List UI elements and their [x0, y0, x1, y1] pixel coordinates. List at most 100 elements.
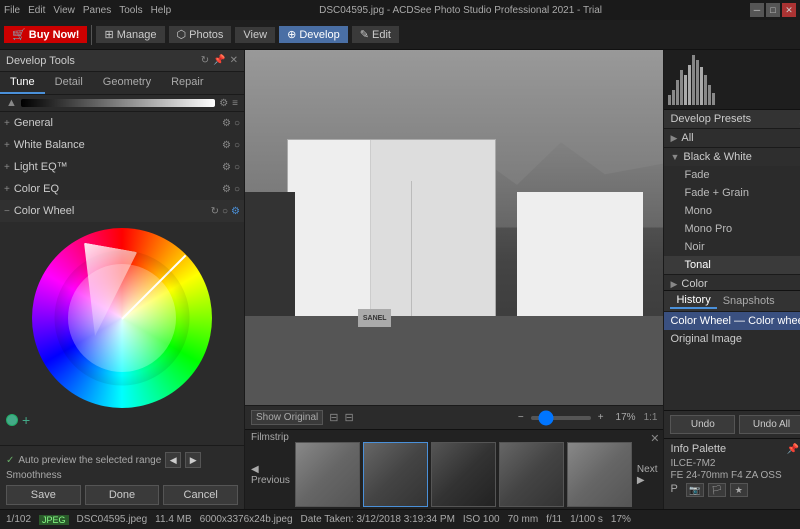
show-original-button[interactable]: Show Original [251, 410, 323, 425]
tab-tune[interactable]: Tune [0, 72, 45, 94]
tone-more-icon[interactable]: ≡ [232, 98, 238, 109]
tone-gradient [21, 99, 215, 107]
menu-view[interactable]: View [53, 5, 75, 16]
undo-button[interactable]: Undo [670, 415, 735, 434]
preset-noir[interactable]: Noir [664, 238, 800, 256]
leq-reset-icon[interactable]: ○ [234, 162, 240, 173]
thumb-4[interactable] [499, 442, 564, 507]
image-area[interactable]: SANEL [245, 50, 663, 405]
maximize-button[interactable]: □ [766, 3, 780, 17]
develop-button[interactable]: ⊕ Develop [279, 26, 348, 43]
thumb-2[interactable] [363, 442, 428, 507]
history-item-0[interactable]: Color Wheel — Color wheel moved 2 [664, 312, 800, 330]
preset-mono[interactable]: Mono [664, 202, 800, 220]
preset-fade[interactable]: Fade [664, 166, 800, 184]
tab-geometry[interactable]: Geometry [93, 72, 161, 94]
wb-reset-icon[interactable]: ○ [234, 140, 240, 151]
thumb-4-img [500, 443, 563, 506]
tone-settings-icon[interactable]: ⚙ [219, 98, 228, 109]
menu-edit[interactable]: Edit [28, 5, 45, 16]
info-star-icon[interactable]: ★ [730, 483, 748, 497]
photo-display: SANEL [245, 50, 663, 405]
status-iso: ISO 100 [463, 514, 500, 525]
status-filename: DSC04595.jpeg [77, 514, 148, 525]
close-button[interactable]: ✕ [782, 3, 796, 17]
pin-icon[interactable]: 📌 [213, 55, 225, 66]
status-aperture: f/11 [546, 514, 562, 525]
buy-now-button[interactable]: 🛒 Buy Now! [4, 26, 87, 43]
filmstrip-close-icon[interactable]: ✕ [650, 432, 659, 445]
section-color-eq[interactable]: + Color EQ ⚙ ○ [0, 178, 244, 200]
general-reset-icon[interactable]: ○ [234, 118, 240, 129]
wb-settings-icon[interactable]: ⚙ [222, 140, 231, 151]
info-pin-icon[interactable]: 📌 [787, 444, 799, 455]
menu-panes[interactable]: Panes [83, 5, 111, 16]
photos-button[interactable]: ⬡ Photos [169, 26, 232, 43]
zoom-out-button[interactable]: − [514, 411, 528, 424]
section-white-balance[interactable]: + White Balance ⚙ ○ [0, 134, 244, 156]
rotate-icon[interactable]: ↻ [201, 55, 209, 66]
tab-detail[interactable]: Detail [45, 72, 93, 94]
done-button[interactable]: Done [85, 485, 160, 505]
thumb-3[interactable] [431, 442, 496, 507]
info-flag-icon[interactable]: 🏳 [708, 483, 726, 497]
preview-right-button[interactable]: ▶ [185, 452, 201, 468]
section-general[interactable]: + General ⚙ ○ [0, 112, 244, 134]
menu-bar[interactable]: File Edit View Panes Tools Help [4, 5, 171, 16]
info-camera-icon[interactable]: 📷 [686, 483, 704, 497]
zoom-in-button[interactable]: + [594, 411, 608, 424]
edit-button[interactable]: ✎ Edit [352, 26, 399, 43]
tab-snapshots[interactable]: Snapshots [717, 294, 781, 308]
group-bw-arrow: ▼ [670, 152, 679, 162]
cw-reset-icon[interactable]: ○ [222, 206, 228, 217]
menu-tools[interactable]: Tools [119, 5, 142, 16]
zoom-slider[interactable] [531, 416, 591, 420]
preset-group-color-header[interactable]: ▶ Color [664, 275, 800, 290]
color-wheel[interactable] [32, 228, 212, 408]
view-button[interactable]: View [235, 27, 275, 43]
minimize-button[interactable]: ─ [750, 3, 764, 17]
preset-group-bw-header[interactable]: ▼ Black & White [664, 148, 800, 166]
leq-settings-icon[interactable]: ⚙ [222, 162, 231, 173]
panel-close-icon[interactable]: ✕ [230, 55, 238, 66]
general-settings-icon[interactable]: ⚙ [222, 118, 231, 129]
filmstrip-prev-button[interactable]: ◀ Previous [249, 462, 292, 488]
menu-file[interactable]: File [4, 5, 20, 16]
thumb-5[interactable] [567, 442, 632, 507]
undo-all-button[interactable]: Undo All [739, 415, 800, 434]
filmstrip-next-button[interactable]: Next ▶ [635, 462, 660, 488]
cancel-button[interactable]: Cancel [163, 485, 238, 505]
history-item-1[interactable]: Original Image 1 [664, 330, 800, 348]
thumb-5-img [568, 443, 631, 506]
window-controls[interactable]: ─ □ ✕ [750, 3, 796, 17]
color-wheel-add-icon[interactable]: + [22, 412, 30, 428]
section-color-wheel[interactable]: − Color Wheel ↻ ○ ⚙ [0, 200, 244, 222]
img-split-icon[interactable]: ⊟ [329, 411, 338, 424]
status-zoom: 17% [611, 514, 631, 525]
hist-bar [688, 65, 691, 105]
img-compare-icon[interactable]: ⊟ [344, 411, 353, 424]
tab-repair[interactable]: Repair [161, 72, 213, 94]
thumb-1[interactable] [295, 442, 360, 507]
hist-bar [704, 75, 707, 105]
preset-fade-grain[interactable]: Fade + Grain [664, 184, 800, 202]
color-wheel-section[interactable]: + [0, 222, 244, 445]
cw-refresh-icon[interactable]: ↻ [211, 206, 219, 217]
manage-button[interactable]: ⊞ Manage [96, 26, 164, 43]
center-panel: SANEL Show Original ⊟ ⊟ − + 17% 1:1 Film… [245, 50, 663, 509]
toolbar-separator [91, 25, 92, 45]
preset-group-all-header[interactable]: ▶ All [664, 129, 800, 147]
ceq-settings-icon[interactable]: ⚙ [222, 184, 231, 195]
preset-tonal[interactable]: Tonal [664, 256, 800, 274]
section-light-eq[interactable]: + Light EQ™ ⚙ ○ [0, 156, 244, 178]
tab-history[interactable]: History [670, 293, 716, 309]
color-eq-label: Color EQ [14, 183, 222, 195]
preset-mono-pro[interactable]: Mono Pro [664, 220, 800, 238]
histogram: Histogram [664, 50, 800, 110]
save-button[interactable]: Save [6, 485, 81, 505]
preview-left-button[interactable]: ◀ [165, 452, 181, 468]
menu-help[interactable]: Help [151, 5, 172, 16]
cw-settings-icon[interactable]: ⚙ [231, 206, 240, 217]
color-wheel-indicator [121, 255, 186, 320]
ceq-reset-icon[interactable]: ○ [234, 184, 240, 195]
